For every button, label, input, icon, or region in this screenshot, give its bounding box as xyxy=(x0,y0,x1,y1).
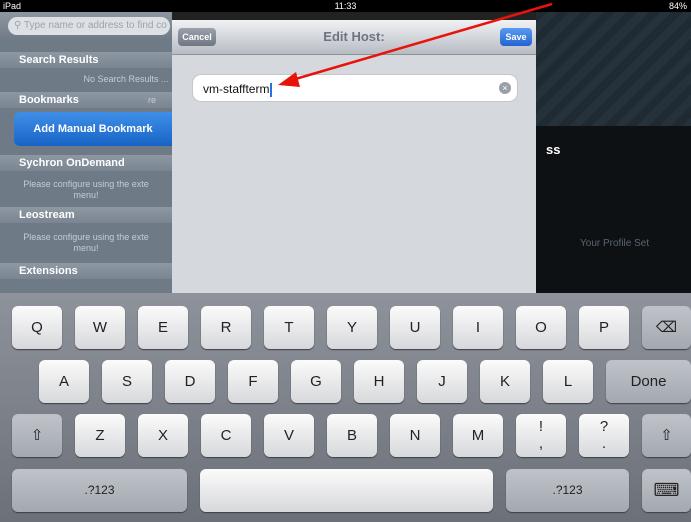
synchron-note-line2: menu! xyxy=(73,190,99,200)
key-c[interactable]: C xyxy=(201,414,251,457)
host-input-value: vm-staffterm xyxy=(203,82,270,96)
extensions-header: Extensions xyxy=(0,263,172,279)
key-z[interactable]: Z xyxy=(75,414,125,457)
background-faint-text: Your Profile Set xyxy=(580,238,650,249)
search-input[interactable]: ⚲ Type name or address to find co xyxy=(8,17,170,35)
key-o[interactable]: O xyxy=(516,306,566,349)
background-text: ss xyxy=(546,142,561,157)
search-icon: ⚲ xyxy=(14,20,24,31)
key-e[interactable]: E xyxy=(138,306,188,349)
key-v[interactable]: V xyxy=(264,414,314,457)
leostream-note-line2: menu! xyxy=(73,243,99,253)
leostream-note-line1: Please configure using the exte xyxy=(23,232,149,242)
key-exclamation-comma[interactable]: !, xyxy=(516,414,566,457)
key-f[interactable]: F xyxy=(228,360,278,403)
numbers-right-key[interactable]: .?123 xyxy=(506,469,629,512)
shift-right-key[interactable]: ⇧ xyxy=(642,414,691,457)
host-input[interactable]: vm-staffterm × xyxy=(192,74,518,102)
key-n[interactable]: N xyxy=(390,414,440,457)
battery-indicator: 84% xyxy=(668,1,687,11)
cancel-button[interactable]: Cancel xyxy=(178,28,216,46)
dialog-title: Edit Host: xyxy=(323,29,385,44)
edit-host-dialog: Edit Host: Cancel Save vm-staffterm × xyxy=(172,20,536,293)
key-i[interactable]: I xyxy=(453,306,503,349)
key-k[interactable]: K xyxy=(480,360,530,403)
leostream-header: Leostream xyxy=(0,207,172,223)
key-r[interactable]: R xyxy=(201,306,251,349)
done-key[interactable]: Done xyxy=(606,360,691,403)
status-bar: iPad 11:33 84% xyxy=(0,0,691,12)
space-key[interactable] xyxy=(200,469,493,512)
key-j[interactable]: J xyxy=(417,360,467,403)
bookmarks-edit-link[interactable]: re xyxy=(148,95,156,105)
key-question-period[interactable]: ?. xyxy=(579,414,629,457)
search-bar: ⚲ Type name or address to find co xyxy=(0,12,172,40)
key-t[interactable]: T xyxy=(264,306,314,349)
synchron-header: Sychron OnDemand xyxy=(0,155,172,171)
key-h[interactable]: H xyxy=(354,360,404,403)
bookmarks-header: Bookmarks xyxy=(0,92,172,108)
key-p[interactable]: P xyxy=(579,306,629,349)
save-button[interactable]: Save xyxy=(500,28,532,46)
key-g[interactable]: G xyxy=(291,360,341,403)
key-d[interactable]: D xyxy=(165,360,215,403)
key-q[interactable]: Q xyxy=(12,306,62,349)
backspace-key[interactable]: ⌫ xyxy=(642,306,691,349)
search-results-header: Search Results xyxy=(0,52,172,68)
key-m[interactable]: M xyxy=(453,414,503,457)
text-caret xyxy=(270,82,273,97)
add-manual-bookmark-button[interactable]: Add Manual Bookmark xyxy=(14,112,172,146)
key-l[interactable]: L xyxy=(543,360,593,403)
hide-keyboard-icon[interactable]: ⌨ xyxy=(642,469,691,512)
synchron-note-line1: Please configure using the exte xyxy=(23,179,149,189)
shift-left-key[interactable]: ⇧ xyxy=(12,414,62,457)
key-a[interactable]: A xyxy=(39,360,89,403)
on-screen-keyboard: Q W E R T Y U I O P ⌫ A S D F G H J K L … xyxy=(0,293,691,522)
search-results-empty: No Search Results ... xyxy=(83,74,169,84)
dialog-navbar: Edit Host: Cancel Save xyxy=(172,20,536,55)
clock: 11:33 xyxy=(334,1,357,11)
key-s[interactable]: S xyxy=(102,360,152,403)
sidebar: ⚲ Type name or address to find co Search… xyxy=(0,12,172,293)
key-u[interactable]: U xyxy=(390,306,440,349)
key-y[interactable]: Y xyxy=(327,306,377,349)
clear-icon[interactable]: × xyxy=(499,82,511,94)
key-x[interactable]: X xyxy=(138,414,188,457)
key-b[interactable]: B xyxy=(327,414,377,457)
key-w[interactable]: W xyxy=(75,306,125,349)
numbers-left-key[interactable]: .?123 xyxy=(12,469,187,512)
